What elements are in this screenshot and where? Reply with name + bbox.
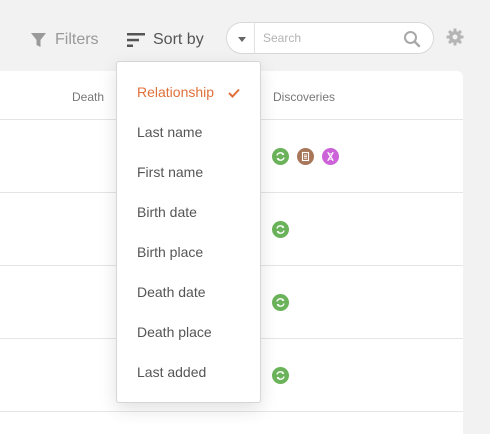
search-icon[interactable] <box>403 30 421 53</box>
record-match-icon[interactable] <box>272 366 289 384</box>
sort-option-death-date[interactable]: Death date <box>117 272 260 312</box>
search-scope-dropdown[interactable] <box>229 23 255 53</box>
sort-option-label: Death date <box>137 284 206 300</box>
sort-by-label: Sort by <box>153 31 204 48</box>
sort-option-label: Death place <box>137 324 212 340</box>
discoveries-cell <box>272 193 289 265</box>
sort-option-last-added[interactable]: Last added <box>117 352 260 392</box>
sort-option-first-name[interactable]: First name <box>117 152 260 192</box>
discoveries-cell <box>272 120 339 192</box>
checkmark-icon <box>228 85 240 101</box>
sort-menu: Relationship Last name First name Birth … <box>116 61 261 403</box>
sort-option-last-name[interactable]: Last name <box>117 112 260 152</box>
gear-icon[interactable] <box>446 28 464 51</box>
sort-by-button[interactable]: Sort by <box>127 29 204 51</box>
sort-option-label: Birth place <box>137 244 204 260</box>
sort-option-birth-date[interactable]: Birth date <box>117 192 260 232</box>
discoveries-cell <box>272 339 289 411</box>
column-header-discoveries[interactable]: Discoveries <box>273 90 335 104</box>
discoveries-cell <box>272 266 289 338</box>
record-match-icon[interactable] <box>272 293 289 311</box>
column-header-death[interactable]: Death <box>72 90 104 104</box>
sort-option-label: Last added <box>137 364 207 380</box>
sort-option-label: Last name <box>137 124 203 140</box>
filters-button[interactable]: Filters <box>30 29 99 51</box>
search-box <box>226 22 434 54</box>
filters-label: Filters <box>55 31 99 48</box>
search-input[interactable] <box>255 23 395 53</box>
sort-option-label: Birth date <box>137 204 197 220</box>
dna-icon[interactable] <box>322 147 339 165</box>
sort-option-label: First name <box>137 164 204 180</box>
record-match-icon[interactable] <box>272 220 289 238</box>
record-match-icon[interactable] <box>272 147 289 165</box>
sort-option-birth-place[interactable]: Birth place <box>117 232 260 272</box>
sort-option-label: Relationship <box>137 84 215 100</box>
sort-icon <box>127 32 145 48</box>
sort-option-death-place[interactable]: Death place <box>117 312 260 352</box>
sort-option-relationship[interactable]: Relationship <box>117 72 260 112</box>
caret-down-icon <box>237 29 246 47</box>
document-icon[interactable] <box>297 147 314 165</box>
filter-icon <box>30 31 47 49</box>
toolbar: Filters Sort by <box>0 0 490 70</box>
